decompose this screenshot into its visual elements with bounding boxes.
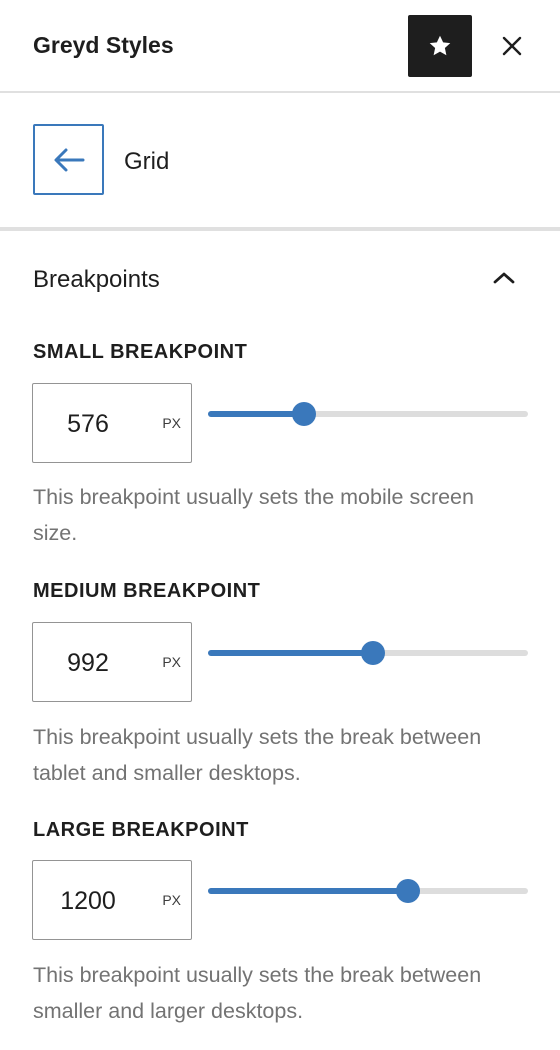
close-icon (502, 36, 522, 56)
breakpoints-panel-title[interactable]: Breakpoints (33, 266, 160, 294)
large-breakpoint-input[interactable]: 1200 PX (32, 860, 192, 940)
slider-thumb[interactable] (396, 879, 420, 903)
star-icon (429, 35, 451, 56)
medium-breakpoint-slider[interactable] (208, 641, 528, 665)
slider-fill (208, 650, 374, 656)
medium-breakpoint-label: MEDIUM BREAKPOINT (33, 580, 261, 602)
arrow-left-icon (54, 148, 84, 171)
back-button[interactable] (33, 124, 104, 195)
small-breakpoint-input[interactable]: 576 PX (32, 383, 192, 463)
small-breakpoint-slider[interactable] (208, 402, 528, 426)
large-breakpoint-value[interactable]: 1200 (33, 887, 143, 916)
favorite-button[interactable] (408, 15, 472, 77)
chevron-up-icon (493, 272, 515, 284)
close-button[interactable] (492, 26, 532, 66)
slider-fill (208, 411, 304, 417)
panel-toggle-button[interactable] (488, 262, 520, 294)
slider-thumb[interactable] (361, 641, 386, 665)
large-breakpoint-unit: PX (162, 892, 181, 908)
app-title: Greyd Styles (33, 32, 174, 58)
medium-breakpoint-value[interactable]: 992 (33, 649, 143, 678)
medium-breakpoint-help: This breakpoint usually sets the break b… (33, 725, 482, 785)
small-breakpoint-value[interactable]: 576 (33, 410, 143, 439)
panel-header: Greyd Styles (0, 0, 560, 93)
medium-breakpoint-unit: PX (162, 654, 181, 670)
large-breakpoint-label: LARGE BREAKPOINT (33, 819, 249, 841)
large-breakpoint-help: This breakpoint usually sets the break b… (33, 963, 482, 1023)
nav-title: Grid (124, 148, 170, 175)
small-breakpoint-help: This breakpoint usually sets the mobile … (33, 485, 474, 545)
slider-thumb[interactable] (292, 402, 316, 426)
small-breakpoint-label: SMALL BREAKPOINT (33, 341, 248, 363)
large-breakpoint-slider[interactable] (208, 879, 528, 903)
medium-breakpoint-input[interactable]: 992 PX (32, 622, 192, 702)
navigation-bar: Grid (0, 93, 560, 231)
small-breakpoint-unit: PX (162, 415, 181, 431)
slider-fill (208, 888, 408, 894)
